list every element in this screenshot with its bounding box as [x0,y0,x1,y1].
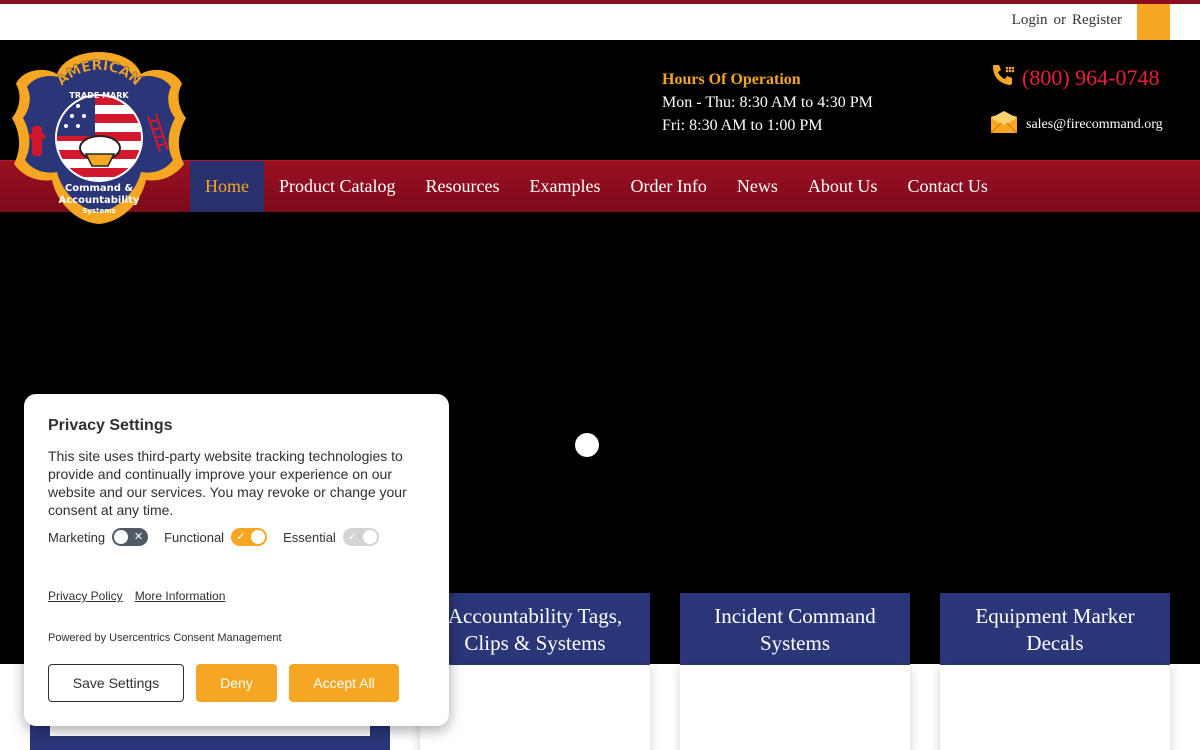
card-title-line1: Incident Command [714,604,876,628]
toggle-group-marketing: Marketing ✕ [48,528,149,546]
check-icon: ✓ [347,531,358,543]
card-title-line2: Decals [1026,631,1084,655]
login-link[interactable]: Login [1012,12,1048,29]
product-card-equipment-decals[interactable]: Equipment Marker Decals [940,593,1170,750]
phone-contact[interactable]: (800) 964-0748 [990,62,1159,93]
card-title-line2: Systems [759,631,830,655]
functional-toggle[interactable]: ✓ [231,528,268,546]
card-title[interactable]: Accountability Tags, Clips & Systems [420,593,650,665]
phone-number[interactable]: (800) 964-0748 [1022,65,1159,91]
or-text: or [1053,12,1067,28]
slider-indicator-dot[interactable] [575,433,599,457]
nav-item-news[interactable]: News [722,161,793,213]
envelope-icon [990,110,1018,139]
powered-by-text: Powered by Usercentrics Consent Manageme… [48,632,282,644]
nav-item-contact-us[interactable]: Contact Us [892,161,1003,213]
site-logo[interactable]: AMERICAN TRADE MARK Command & Accountabi… [8,48,190,228]
marketing-toggle[interactable]: ✕ [112,528,149,546]
nav-items: Home Product Catalog Resources Examples … [190,161,1003,213]
toggle-label-functional: Functional [164,529,225,545]
privacy-settings-dialog: Privacy Settings This site uses third-pa… [24,394,449,726]
accept-all-button[interactable]: Accept All [289,664,399,702]
nav-item-order-info[interactable]: Order Info [615,161,721,213]
card-title-line2: Clips & Systems [464,631,606,655]
check-icon: ✓ [236,531,246,543]
hours-friday: Fri: 8:30 AM to 1:00 PM [662,117,823,134]
logo-text-command: Command & [65,183,134,194]
card-title[interactable]: Equipment Marker Decals [940,593,1170,665]
nav-item-resources[interactable]: Resources [410,161,514,213]
consent-toggles: Marketing ✕ Functional ✓ Essential ✓ [48,528,379,546]
email-contact[interactable]: sales@firecommand.org [990,110,1163,139]
cart-button[interactable] [1137,4,1170,40]
card-title[interactable]: Incident Command Systems [680,593,910,665]
utility-bar: Login or Register [0,4,1200,40]
save-settings-button[interactable]: Save Settings [48,664,184,702]
hours-of-operation: Hours Of Operation Mon - Thu: 8:30 AM to… [662,68,873,137]
essential-toggle: ✓ [342,528,379,546]
register-link[interactable]: Register [1072,12,1122,29]
card-image [680,665,910,750]
hours-weekday: Mon - Thu: 8:30 AM to 4:30 PM [662,94,873,111]
more-information-link[interactable]: More Information [135,589,226,603]
card-image [420,665,650,750]
privacy-description: This site uses third-party website track… [48,448,407,518]
logo-text-accountability: Accountability [59,195,140,206]
nav-item-home[interactable]: Home [190,161,264,213]
deny-button[interactable]: Deny [196,664,277,702]
privacy-title: Privacy Settings [48,417,173,434]
logo-text-trademark: TRADE MARK [69,91,129,100]
email-address[interactable]: sales@firecommand.org [1026,117,1163,133]
card-title-line1: Accountability Tags, [447,604,623,628]
product-card-incident-command[interactable]: Incident Command Systems [680,593,910,750]
toggle-label-marketing: Marketing [48,529,106,545]
logo-text-systems: Systems [82,207,115,215]
phone-icon [990,62,1016,93]
privacy-buttons: Save Settings Deny Accept All [48,664,399,702]
product-card-accountability[interactable]: Accountability Tags, Clips & Systems [420,593,650,750]
card-title-line1: Equipment Marker [975,604,1135,628]
hours-title: Hours Of Operation [662,71,801,88]
nav-item-examples[interactable]: Examples [514,161,615,213]
toggle-group-essential: Essential ✓ [283,528,379,546]
card-image [940,665,1170,750]
toggle-group-functional: Functional ✓ [164,528,268,546]
toggle-label-essential: Essential [283,529,336,545]
x-icon: ✕ [133,531,144,543]
account-links: Login or Register [1012,12,1122,29]
nav-item-about-us[interactable]: About Us [793,161,893,213]
privacy-policy-link[interactable]: Privacy Policy [48,589,123,603]
privacy-links: Privacy Policy More Information [48,589,225,603]
nav-item-product-catalog[interactable]: Product Catalog [264,161,410,213]
